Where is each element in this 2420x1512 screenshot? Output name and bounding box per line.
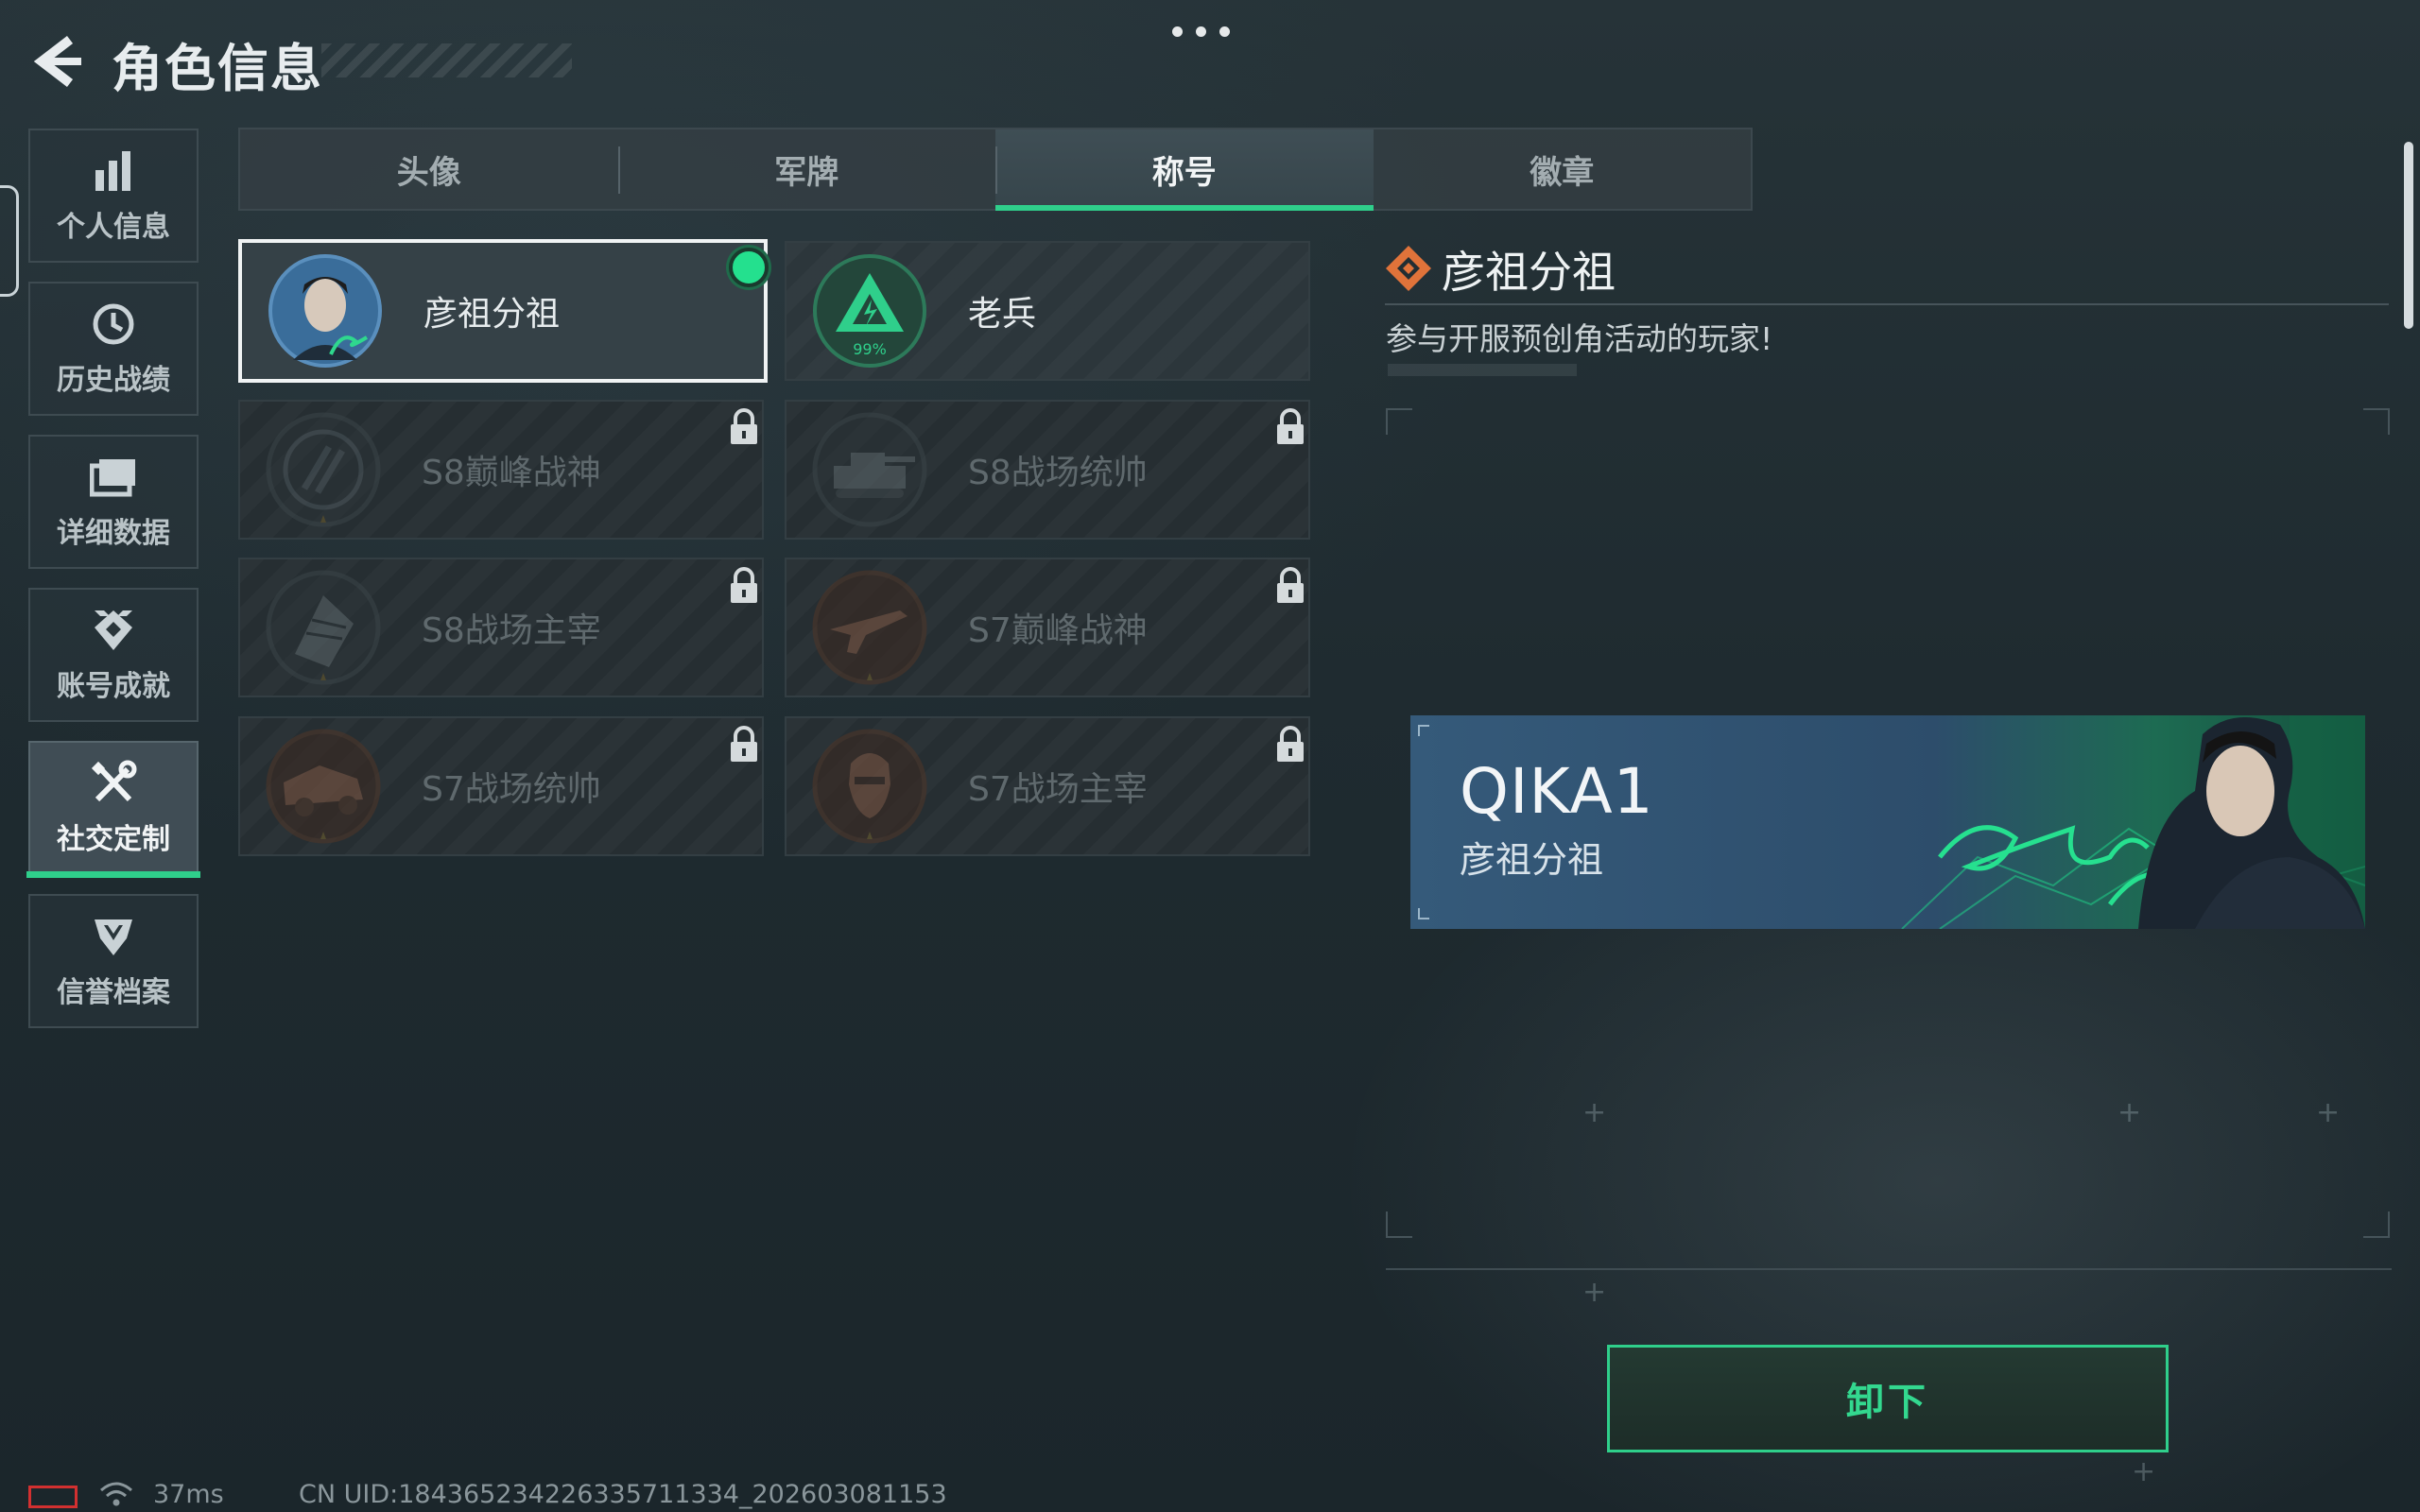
title-name: S7巅峰战神 bbox=[968, 611, 1148, 650]
crosshair-decoration: + bbox=[1582, 1276, 1607, 1309]
frame-corner bbox=[2363, 1211, 2390, 1238]
title-card-s8-dominator[interactable]: S8战场主宰 bbox=[238, 558, 764, 697]
banner-player-name: QIKA1 bbox=[1460, 755, 1654, 828]
crosshair-decoration: + bbox=[1582, 1096, 1607, 1129]
frame-corner bbox=[1386, 1211, 1412, 1238]
lock-icon bbox=[731, 567, 757, 603]
category-tabs: 头像 军牌 称号 徽章 bbox=[238, 128, 1753, 211]
sidebar-item-personal-info[interactable]: 个人信息 bbox=[28, 129, 199, 263]
sidebar-item-achievements[interactable]: 账号成就 bbox=[28, 588, 199, 722]
sidebar-item-label: 账号成就 bbox=[57, 670, 170, 703]
active-sidebar-indicator bbox=[26, 871, 200, 878]
crosshair-decoration: + bbox=[2118, 1096, 2142, 1129]
bar-chart-icon bbox=[89, 146, 138, 196]
frame-corner bbox=[1386, 408, 1412, 435]
lock-icon bbox=[1277, 408, 1304, 444]
title-card-veteran[interactable]: 99% 老兵 bbox=[785, 241, 1310, 381]
detail-divider bbox=[1385, 303, 2389, 305]
chevron-left-icon bbox=[33, 36, 81, 87]
detail-description: 参与开服预创角活动的玩家! bbox=[1386, 320, 1773, 357]
lock-icon bbox=[731, 408, 757, 444]
tab-dog-tag[interactable]: 军牌 bbox=[617, 129, 996, 209]
portrait-signature-emblem-icon bbox=[268, 254, 382, 368]
title-banner-preview: QIKA1 彦祖分祖 bbox=[1410, 715, 2365, 929]
soldier-emblem-icon bbox=[812, 729, 927, 844]
rifle-emblem-icon bbox=[812, 570, 927, 685]
decorative-code-strip bbox=[1388, 364, 1577, 376]
battery-icon bbox=[28, 1486, 78, 1508]
s8-peak-emblem-icon bbox=[266, 412, 381, 527]
equipped-indicator bbox=[729, 248, 769, 287]
title-card-s8-commander[interactable]: S8战场统帅 bbox=[785, 400, 1310, 540]
sidebar-item-label: 详细数据 bbox=[57, 517, 170, 550]
tab-avatar[interactable]: 头像 bbox=[240, 129, 618, 209]
ping-value: 37ms bbox=[153, 1480, 224, 1509]
title-name: S8战场主宰 bbox=[422, 611, 601, 650]
sidebar-item-label: 社交定制 bbox=[57, 823, 170, 856]
unequip-button[interactable]: 卸下 bbox=[1607, 1345, 2169, 1452]
sidebar-item-label: 个人信息 bbox=[57, 211, 170, 244]
player-uid: CN UID:18436523422633571133​4_2026030811… bbox=[299, 1480, 947, 1509]
emblem-percent: 99% bbox=[853, 340, 887, 358]
frame-corner bbox=[2363, 408, 2390, 435]
detail-title: 彦祖分祖 bbox=[1442, 247, 1616, 298]
title-name: 彦祖分祖 bbox=[424, 295, 561, 334]
sidebar-item-reputation[interactable]: 信誉档案 bbox=[28, 894, 199, 1028]
title-name: 老兵 bbox=[968, 295, 1037, 334]
page-title: 角色信息 bbox=[112, 39, 323, 98]
title-diamond-icon bbox=[1386, 246, 1431, 291]
vehicle-emblem-icon bbox=[266, 729, 381, 844]
divider-line bbox=[1386, 1268, 2392, 1270]
banner-title-text: 彦祖分祖 bbox=[1460, 839, 1604, 881]
shield-chevron-icon bbox=[89, 912, 138, 961]
title-card-s7-commander[interactable]: S7战场统帅 bbox=[238, 716, 764, 856]
unequip-button-label: 卸下 bbox=[1846, 1381, 1929, 1424]
sidebar-item-match-history[interactable]: 历史战绩 bbox=[28, 282, 199, 416]
title-name: S7战场统帅 bbox=[422, 770, 601, 809]
lock-icon bbox=[1277, 567, 1304, 603]
veteran-triangle-emblem-icon: 99% bbox=[813, 254, 926, 368]
building-emblem-icon bbox=[266, 570, 381, 685]
tools-icon bbox=[89, 759, 138, 808]
tab-badge[interactable]: 徽章 bbox=[1374, 129, 1752, 209]
sidebar-item-social-custom[interactable]: 社交定制 bbox=[28, 741, 199, 875]
sidebar-item-label: 历史战绩 bbox=[57, 364, 170, 397]
folder-icon bbox=[89, 453, 138, 502]
scrollbar[interactable] bbox=[2404, 142, 2413, 329]
tab-title[interactable]: 称号 bbox=[995, 129, 1374, 211]
lock-icon bbox=[1277, 726, 1304, 762]
tank-emblem-icon bbox=[812, 412, 927, 527]
lock-icon bbox=[731, 726, 757, 762]
title-card-s7-dominator[interactable]: S7战场主宰 bbox=[785, 716, 1310, 856]
title-card-yanzu[interactable]: 彦祖分祖 bbox=[238, 239, 768, 383]
title-card-s8-peak[interactable]: S8巅峰战神 bbox=[238, 400, 764, 540]
side-drawer-handle[interactable] bbox=[0, 185, 19, 297]
more-dots-icon[interactable] bbox=[1172, 26, 1230, 37]
back-button[interactable] bbox=[26, 32, 85, 91]
title-name: S8战场统帅 bbox=[968, 454, 1148, 492]
title-decoration bbox=[321, 43, 572, 77]
title-name: S7战场主宰 bbox=[968, 770, 1148, 809]
wifi-icon bbox=[100, 1482, 132, 1506]
crosshair-decoration: + bbox=[2132, 1455, 2156, 1488]
sidebar-item-label: 信誉档案 bbox=[57, 976, 170, 1009]
sidebar-item-detailed-data[interactable]: 详细数据 bbox=[28, 435, 199, 569]
title-name: S8巅峰战神 bbox=[422, 454, 601, 492]
achievement-badge-icon bbox=[89, 606, 138, 655]
crosshair-decoration: + bbox=[2316, 1096, 2341, 1129]
history-clock-icon bbox=[89, 300, 138, 349]
title-card-s7-peak[interactable]: S7巅峰战神 bbox=[785, 558, 1310, 697]
